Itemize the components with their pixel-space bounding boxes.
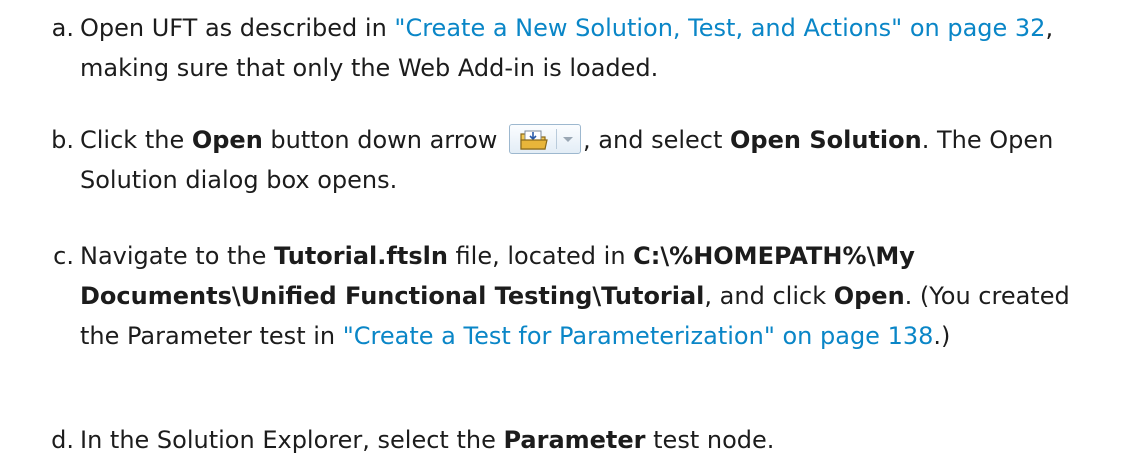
cross-reference-link[interactable]: "Create a Test for Parameterization" on … (343, 322, 934, 350)
step-line: Navigate to the Tutorial.ftsln file, loc… (80, 236, 1110, 276)
ui-term: Open Solution (730, 126, 922, 154)
step-text: , and select (583, 126, 731, 154)
step-text: the Parameter test in (80, 322, 343, 350)
step-marker: d. (51, 426, 74, 454)
ui-term: Open (191, 126, 263, 154)
ui-term: Parameter (503, 426, 646, 454)
button-divider (556, 129, 558, 149)
file-path: Documents\Unified Functional Testing\Tut… (80, 282, 705, 310)
cross-reference-link[interactable]: "Create a New Solution, Test, and Action… (394, 14, 1045, 42)
step-marker: b. (51, 126, 74, 154)
step-content: Navigate to the Tutorial.ftsln file, loc… (80, 236, 1110, 356)
file-path: C:\%HOMEPATH%\My (633, 242, 915, 270)
open-folder-icon (520, 130, 548, 150)
step-text: test node. (645, 426, 775, 454)
step-line: Click the Open button down arrow , and s… (80, 120, 1110, 160)
step-line: Solution dialog box opens. (80, 160, 1110, 200)
chevron-down-icon (563, 137, 574, 142)
step-text: . The Open (921, 126, 1054, 154)
step-text: , and click (704, 282, 834, 310)
step-text: . (You created (904, 282, 1070, 310)
step-text: .) (933, 322, 951, 350)
step-content: In the Solution Explorer, select the Par… (80, 420, 1110, 460)
step-marker: c. (53, 242, 74, 270)
step-content: Open UFT as described in "Create a New S… (80, 8, 1110, 88)
step-text: Click the (80, 126, 192, 154)
step-content: Click the Open button down arrow , and s… (80, 120, 1110, 200)
step-marker: a. (51, 14, 74, 42)
step-text: Navigate to the (80, 242, 275, 270)
open-button-image (509, 124, 582, 154)
step-text: Open UFT as described in (80, 14, 395, 42)
step-text: , (1045, 14, 1054, 42)
step-text: button down arrow (262, 126, 506, 154)
step-line: In the Solution Explorer, select the Par… (80, 420, 1110, 460)
step-text: Solution dialog box opens. (80, 166, 398, 194)
step-text: In the Solution Explorer, select the (80, 426, 504, 454)
step-line: the Parameter test in "Create a Test for… (80, 316, 1110, 356)
step-text: making sure that only the Web Add-in is … (80, 54, 659, 82)
file-name: Tutorial.ftsln (274, 242, 448, 270)
step-line: Open UFT as described in "Create a New S… (80, 8, 1110, 48)
step-line: Documents\Unified Functional Testing\Tut… (80, 276, 1110, 316)
ui-term: Open (833, 282, 905, 310)
step-line: making sure that only the Web Add-in is … (80, 48, 1110, 88)
step-text: file, located in (447, 242, 634, 270)
